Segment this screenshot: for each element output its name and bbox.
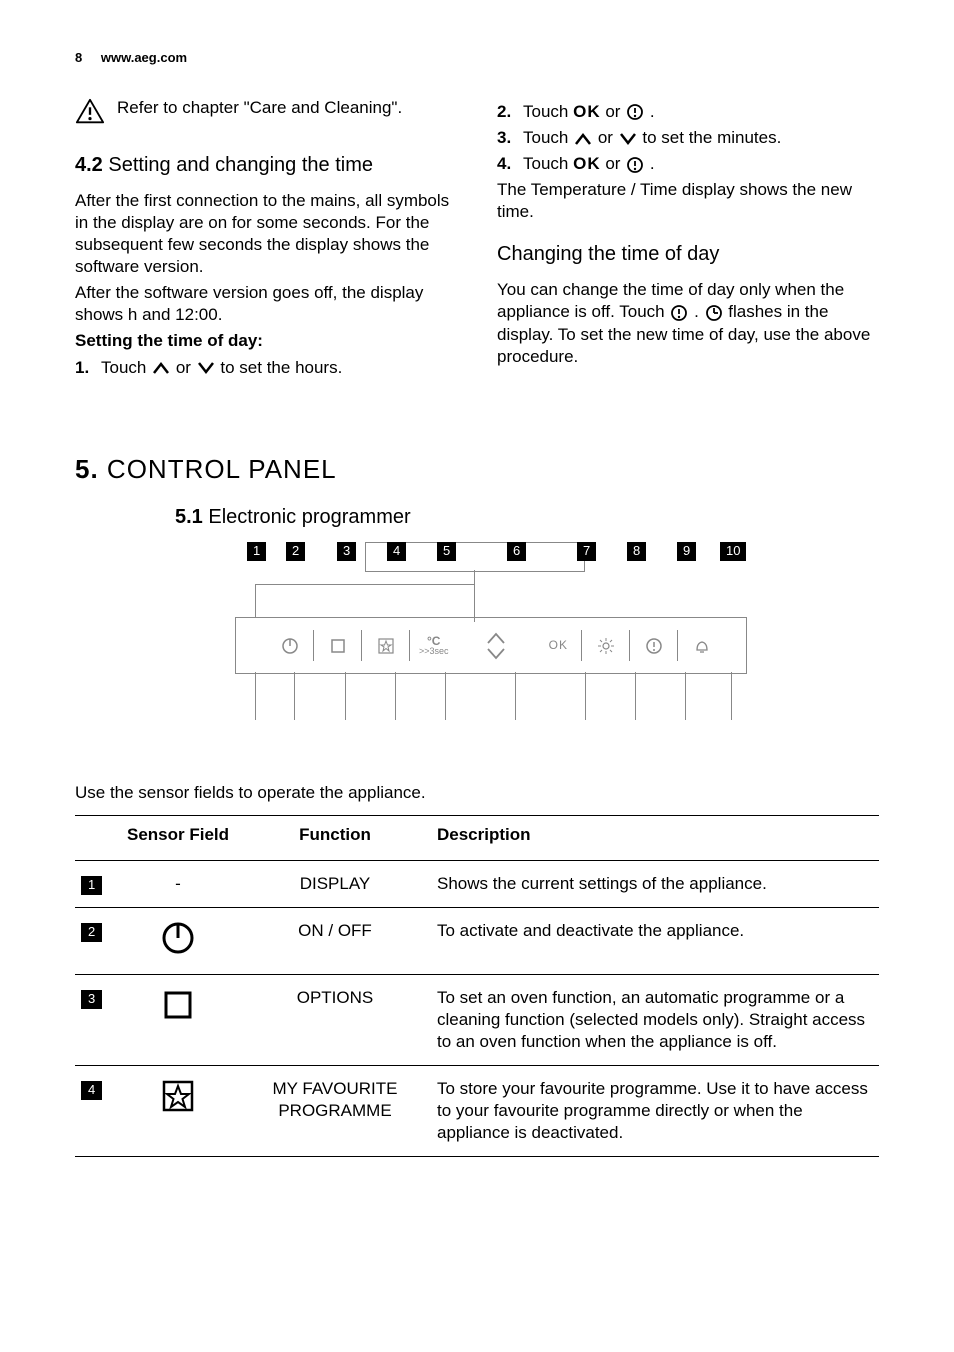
callout-1: 1 (247, 542, 266, 561)
col-function: Function (239, 815, 431, 860)
paragraph: The Temperature / Time display shows the… (497, 179, 879, 223)
row-num: 3 (81, 990, 102, 1009)
callout-3: 3 (337, 542, 356, 561)
callout-7: 7 (577, 542, 596, 561)
heading-5: 5. CONTROL PANEL (75, 453, 879, 487)
left-column: Refer to chapter "Care and Cleaning". 4.… (75, 97, 457, 383)
step-number: 2. (497, 101, 515, 123)
heading-change-time: Changing the time of day (497, 241, 879, 267)
func-text: MY FAVOURITE PROGRAMME (239, 1066, 431, 1157)
table-row: 3 OPTIONS To set an oven function, an au… (75, 974, 879, 1065)
step-text: Touch or to set the minutes. (523, 127, 781, 149)
heading-5-1: 5.1 Electronic programmer (175, 504, 879, 530)
func-text: OPTIONS (239, 974, 431, 1065)
clock-icon (625, 156, 645, 174)
table-header-row: Sensor Field Function Description (75, 815, 879, 860)
warning-icon (75, 97, 105, 127)
step-text: Touch OK or . (523, 101, 655, 123)
clock-icon (669, 304, 689, 322)
func-text: ON / OFF (239, 907, 431, 974)
up-icon (573, 132, 593, 146)
site-url: www.aeg.com (101, 50, 187, 65)
star-icon (160, 1078, 196, 1120)
down-icon (196, 361, 216, 375)
row-num: 1 (81, 876, 102, 895)
paragraph: After the first connection to the mains,… (75, 190, 457, 278)
panel-temp-icon: °C>>3sec (410, 618, 458, 673)
heading-number: 5.1 (175, 506, 203, 528)
paragraph: You can change the time of day only when… (497, 279, 879, 367)
table-row: 4 MY FAVOURITE PROGRAMME To store your f… (75, 1066, 879, 1157)
step-number: 1. (75, 357, 93, 379)
heading-text: CONTROL PANEL (99, 454, 337, 484)
callout-2: 2 (286, 542, 305, 561)
panel-power-icon (266, 618, 314, 673)
callout-5: 5 (437, 542, 456, 561)
square-icon (160, 987, 196, 1029)
step-list: 1. Touch or to set the hours. (75, 357, 457, 379)
control-panel-diagram: °C>>3sec OK 1 2 3 4 5 6 7 8 9 10 (197, 542, 757, 762)
down-icon (618, 132, 638, 146)
panel-favourite-icon (362, 618, 410, 673)
clock-arrow-icon (704, 304, 724, 322)
func-text: DISPLAY (239, 860, 431, 907)
panel-bell-icon (678, 618, 726, 673)
step-text: Touch OK or . (523, 153, 655, 175)
step-number: 3. (497, 127, 515, 149)
sensor-table: Sensor Field Function Description 1 - DI… (75, 815, 879, 1158)
step-item: 2. Touch OK or . (497, 101, 879, 123)
step-number: 4. (497, 153, 515, 175)
step-item: 3. Touch or to set the minutes. (497, 127, 879, 149)
heading-4-2: 4.2 Setting and changing the time (75, 152, 457, 178)
heading-number: 5. (75, 454, 99, 484)
heading-text: Electronic programmer (203, 506, 411, 528)
subheading: Setting the time of day: (75, 330, 457, 352)
row-num: 2 (81, 923, 102, 942)
heading-number: 4.2 (75, 154, 103, 176)
callout-4: 4 (387, 542, 406, 561)
callout-10: 10 (720, 542, 746, 561)
desc-text: To store your favourite programme. Use i… (431, 1066, 879, 1157)
step-item: 4. Touch OK or . (497, 153, 879, 175)
step-list: 2. Touch OK or . 3. Touch or to set the (497, 101, 879, 175)
desc-text: To set an oven function, an automatic pr… (431, 974, 879, 1065)
ok-label: OK (573, 154, 601, 173)
use-text: Use the sensor fields to operate the app… (75, 782, 879, 804)
callout-8: 8 (627, 542, 646, 561)
ok-label: OK (573, 102, 601, 121)
two-column-layout: Refer to chapter "Care and Cleaning". 4.… (75, 97, 879, 383)
callout-6: 6 (507, 542, 526, 561)
panel-clock-icon (630, 618, 678, 673)
heading-text: Setting and changing the time (103, 154, 373, 176)
callout-9: 9 (677, 542, 696, 561)
table-row: 1 - DISPLAY Shows the current settings o… (75, 860, 879, 907)
desc-text: To activate and deactivate the appliance… (431, 907, 879, 974)
panel-ok-label: OK (534, 618, 582, 673)
clock-icon (625, 103, 645, 121)
sensor-dash: - (117, 860, 239, 907)
paragraph: After the software version goes off, the… (75, 282, 457, 326)
col-description: Description (431, 815, 879, 860)
table-row: 2 ON / OFF To activate and deactivate th… (75, 907, 879, 974)
panel-arrows-icon (458, 618, 535, 673)
diagram-panel: °C>>3sec OK (235, 617, 747, 674)
power-icon (160, 920, 196, 962)
right-column: 2. Touch OK or . 3. Touch or to set the (497, 97, 879, 383)
row-num: 4 (81, 1081, 102, 1100)
page-header: 8 www.aeg.com (75, 50, 879, 67)
col-sensor: Sensor Field (117, 815, 239, 860)
panel-light-icon (582, 618, 630, 673)
warning-text: Refer to chapter "Care and Cleaning". (117, 97, 402, 119)
step-text: Touch or to set the hours. (101, 357, 342, 379)
page-number: 8 (75, 50, 82, 65)
desc-text: Shows the current settings of the applia… (431, 860, 879, 907)
up-icon (151, 361, 171, 375)
section-5: 5. CONTROL PANEL 5.1 Electronic programm… (75, 453, 879, 1158)
step-item: 1. Touch or to set the hours. (75, 357, 457, 379)
warning-row: Refer to chapter "Care and Cleaning". (75, 97, 457, 127)
panel-options-icon (314, 618, 362, 673)
